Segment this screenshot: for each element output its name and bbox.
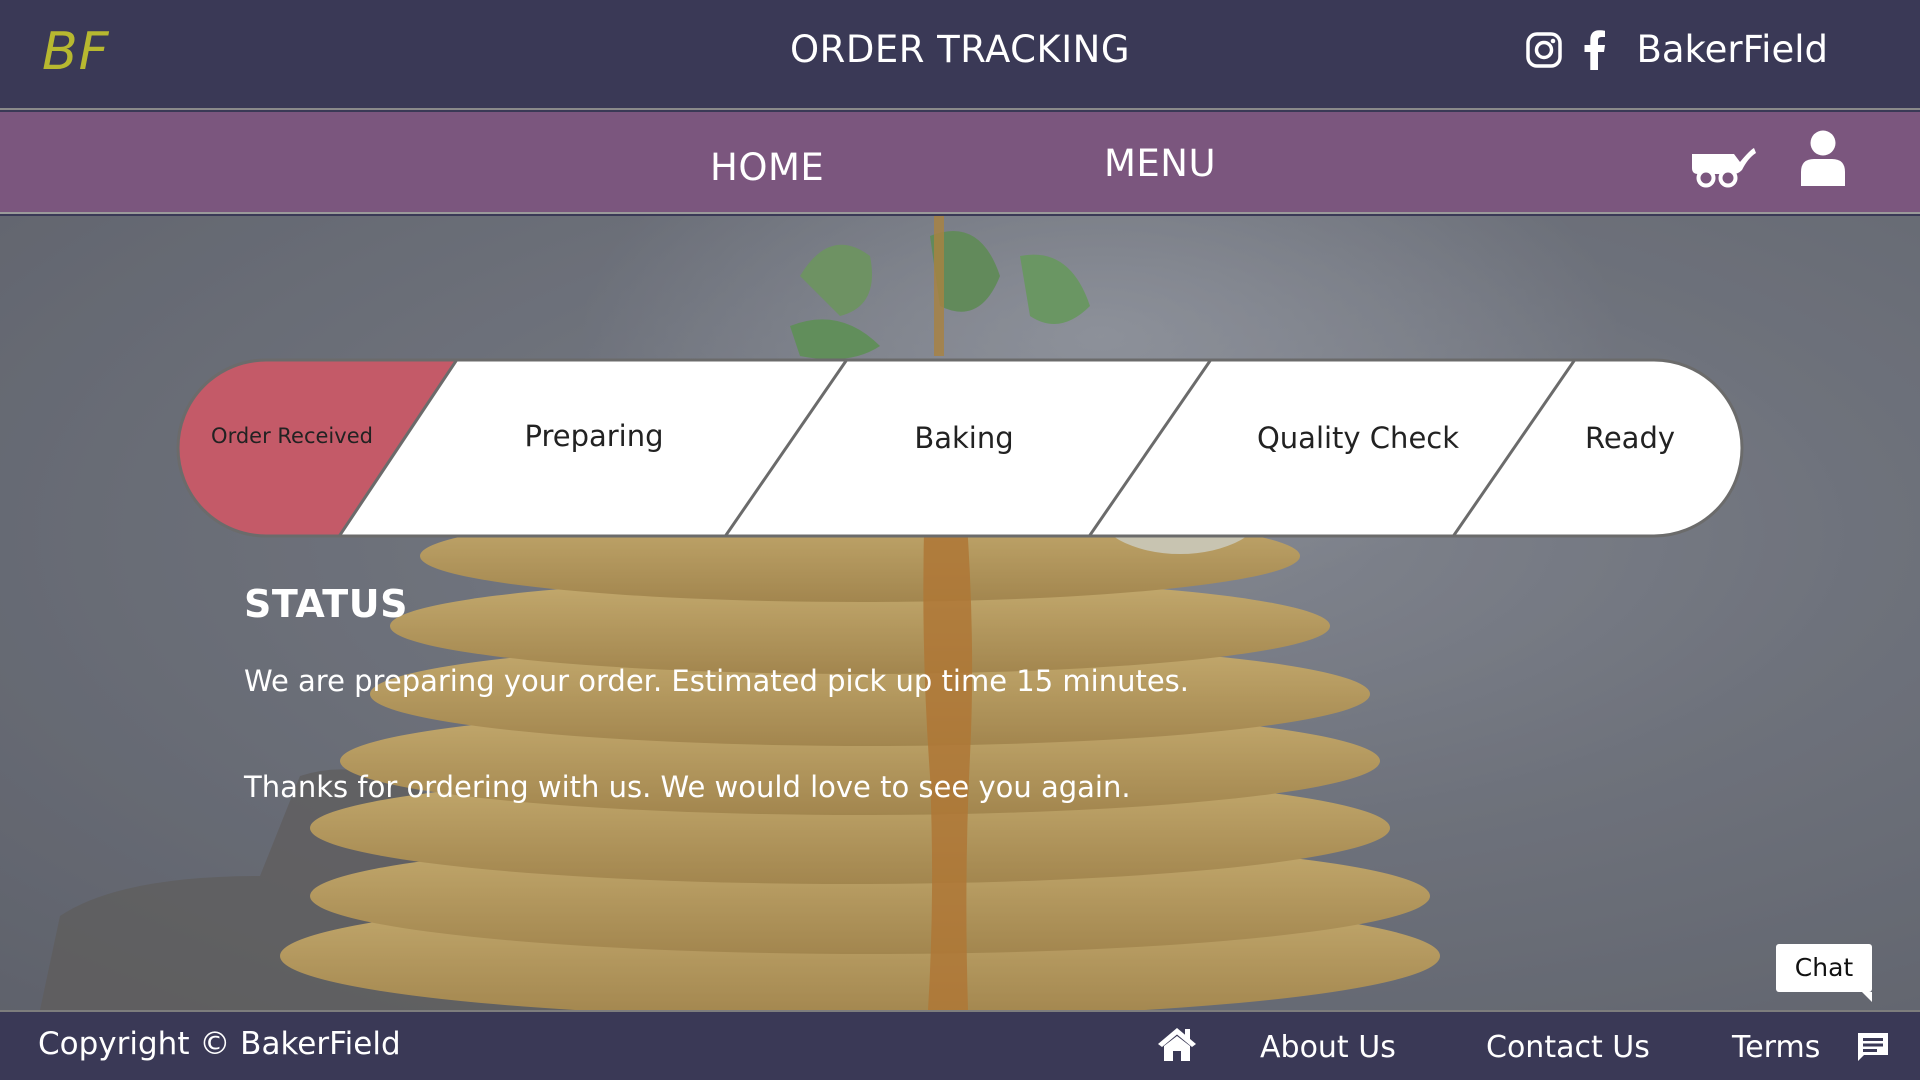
cart-icon (1692, 148, 1756, 188)
nav-menu-link[interactable]: MENU (1104, 142, 1216, 185)
copyright-text: Copyright © BakerField (38, 1026, 401, 1062)
chat-bubble-icon (1858, 1033, 1888, 1061)
footer-terms-link[interactable]: Terms (1732, 1030, 1820, 1065)
home-icon (1158, 1028, 1196, 1061)
nav-bar: HOME MENU (0, 112, 1920, 214)
order-progress-tracker: Order Received Preparing Baking Quality … (176, 358, 1744, 538)
footer: Copyright © BakerField About Us Contact … (0, 1010, 1920, 1080)
social-links: BakerField (1526, 28, 1828, 71)
footer-about-link[interactable]: About Us (1260, 1030, 1396, 1065)
nav-home-link[interactable]: HOME (710, 146, 824, 189)
step-baking: Baking (914, 421, 1014, 455)
step-quality-check: Quality Check (1256, 421, 1460, 455)
brand-name: BakerField (1636, 28, 1828, 71)
instagram-icon[interactable] (1526, 31, 1563, 68)
user-icon (1801, 130, 1845, 186)
footer-chat-button[interactable] (1856, 1031, 1890, 1067)
thanks-message: Thanks for ordering with us. We would lo… (244, 770, 1131, 804)
top-header: BF ORDER TRACKING BakerField (0, 0, 1920, 110)
chat-button[interactable]: Chat (1776, 944, 1872, 1002)
status-message: We are preparing your order. Estimated p… (244, 664, 1189, 698)
facebook-icon[interactable] (1584, 29, 1606, 70)
footer-contact-link[interactable]: Contact Us (1486, 1030, 1650, 1065)
step-ready: Ready (1584, 421, 1676, 455)
step-preparing: Preparing (524, 419, 664, 453)
footer-home-button[interactable] (1156, 1026, 1198, 1066)
cart-button[interactable] (1690, 142, 1756, 192)
step-order-received: Order Received (211, 424, 373, 448)
status-heading: STATUS (244, 582, 408, 626)
user-account-button[interactable] (1800, 130, 1846, 190)
